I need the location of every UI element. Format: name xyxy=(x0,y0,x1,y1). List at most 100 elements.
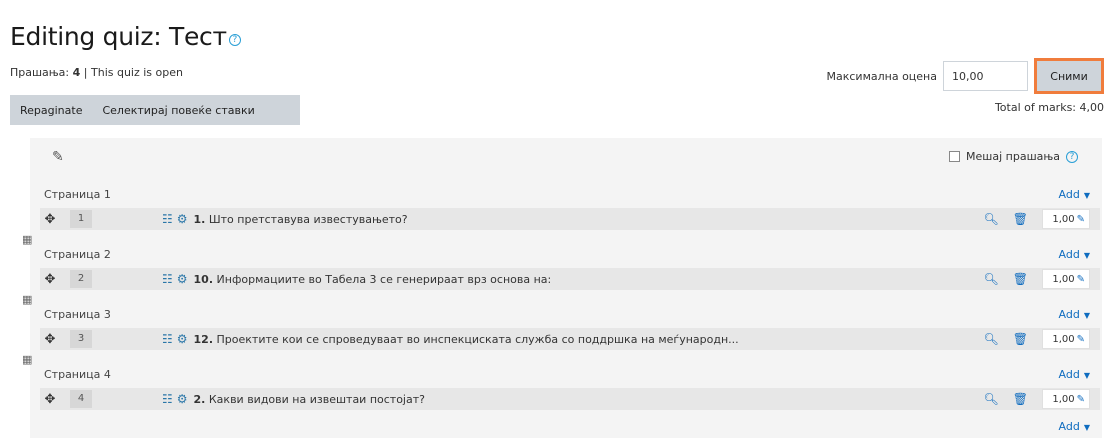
max-grade-label: Максимална оцена xyxy=(826,69,938,83)
gear-icon: ⚙ xyxy=(176,332,188,346)
question-actions: 🔍︎ 🗑︎ 1,00 ✎ xyxy=(984,209,1090,229)
caret-down-icon: ▼ xyxy=(1083,251,1090,260)
move-icon[interactable]: ✥ xyxy=(44,272,56,287)
question-text: Што претставува известувањето? xyxy=(205,212,408,226)
question-text: Проектите кои се спроведуваат во инспекц… xyxy=(213,332,739,346)
add-label[interactable]: Add xyxy=(1059,188,1080,201)
delete-icon[interactable]: 🗑︎ xyxy=(1013,272,1028,286)
question-row: ✥ 1 ☷ ⚙ 1. Што претставува известувањето?… xyxy=(40,208,1100,230)
toolbar: Repaginate Селектирај повеќе ставки xyxy=(10,95,300,125)
question-prefix: 10. xyxy=(193,272,214,286)
add-menu-link[interactable]: Add ▼ xyxy=(1059,188,1090,201)
add-label[interactable]: Add xyxy=(1059,308,1080,321)
page-heading: Страница 1 xyxy=(44,188,111,201)
status-separator: | xyxy=(80,66,91,79)
question-actions: 🔍︎ 🗑︎ 1,00 ✎ xyxy=(984,389,1090,409)
preview-icon[interactable]: 🔍︎ xyxy=(984,212,999,226)
gear-icon: ⚙ xyxy=(176,272,188,286)
page-break-icon[interactable]: ▦ xyxy=(22,353,32,366)
question-link[interactable]: 12. Проектите кои се спроведуваат во инс… xyxy=(194,333,739,346)
mark-value: 1,00 xyxy=(1052,393,1075,405)
question-type-icons: ☷ ⚙ xyxy=(162,332,188,346)
caret-down-icon: ▼ xyxy=(1083,423,1090,432)
add-menu-link[interactable]: Add ▼ xyxy=(1059,248,1090,261)
multichoice-icon: ☷ xyxy=(162,332,173,346)
mark-value: 1,00 xyxy=(1052,333,1075,345)
gear-icon: ⚙ xyxy=(176,392,188,406)
question-mark[interactable]: 1,00 ✎ xyxy=(1042,329,1090,349)
question-prefix: 1. xyxy=(193,212,206,226)
edit-mark-icon[interactable]: ✎ xyxy=(1077,274,1085,285)
multichoice-icon: ☷ xyxy=(162,392,173,406)
preview-icon[interactable]: 🔍︎ xyxy=(984,332,999,346)
multichoice-icon: ☷ xyxy=(162,272,173,286)
shuffle-control: Мешај прашања ? xyxy=(949,150,1078,163)
shuffle-checkbox[interactable] xyxy=(949,151,961,162)
question-link[interactable]: 1. Што претставува известувањето? xyxy=(194,213,408,226)
add-label[interactable]: Add xyxy=(1059,420,1080,433)
repaginate-button[interactable]: Repaginate xyxy=(10,104,92,117)
question-prefix: 12. xyxy=(193,332,214,346)
caret-down-icon: ▼ xyxy=(1083,191,1090,200)
preview-icon[interactable]: 🔍︎ xyxy=(984,272,999,286)
caret-down-icon: ▼ xyxy=(1083,311,1090,320)
caret-down-icon: ▼ xyxy=(1083,371,1090,380)
question-prefix: 2. xyxy=(193,392,206,406)
add-menu-link-bottom[interactable]: Add ▼ xyxy=(1059,420,1090,433)
shuffle-label: Мешај прашања xyxy=(966,150,1060,163)
question-number: 2 xyxy=(70,270,92,288)
delete-icon[interactable]: 🗑︎ xyxy=(1013,332,1028,346)
mark-value: 1,00 xyxy=(1052,273,1075,285)
page-heading: Страница 2 xyxy=(44,248,111,261)
gear-icon: ⚙ xyxy=(176,212,188,226)
max-grade-input[interactable] xyxy=(943,61,1028,91)
page-title: Editing quiz: Тест ? xyxy=(10,22,241,51)
edit-mark-icon[interactable]: ✎ xyxy=(1077,214,1085,225)
question-row: ✥ 4 ☷ ⚙ 2. Какви видови на извештаи посто… xyxy=(40,388,1100,410)
preview-icon[interactable]: 🔍︎ xyxy=(984,392,999,406)
question-mark[interactable]: 1,00 ✎ xyxy=(1042,209,1090,229)
quiz-open-status: This quiz is open xyxy=(91,66,183,79)
question-link[interactable]: 10. Информациите во Табела 3 се генерира… xyxy=(194,273,552,286)
move-icon[interactable]: ✥ xyxy=(44,332,56,347)
edit-mark-icon[interactable]: ✎ xyxy=(1077,394,1085,405)
quiz-status: Прашања: 4 | This quiz is open xyxy=(10,66,183,79)
add-menu-link[interactable]: Add ▼ xyxy=(1059,308,1090,321)
add-menu-link[interactable]: Add ▼ xyxy=(1059,368,1090,381)
help-icon[interactable]: ? xyxy=(228,34,241,46)
mark-value: 1,00 xyxy=(1052,213,1075,225)
question-link[interactable]: 2. Какви видови на извештаи постојат? xyxy=(194,393,425,406)
question-type-icons: ☷ ⚙ xyxy=(162,212,188,226)
question-text: Информациите во Табела 3 се генерираат в… xyxy=(213,272,552,286)
add-label[interactable]: Add xyxy=(1059,368,1080,381)
page-title-text: Editing quiz: Тест xyxy=(10,22,227,51)
question-number: 4 xyxy=(70,390,92,408)
questions-label: Прашања: xyxy=(10,66,70,79)
shuffle-help-icon[interactable]: ? xyxy=(1066,150,1078,163)
question-actions: 🔍︎ 🗑︎ 1,00 ✎ xyxy=(984,329,1090,349)
move-icon[interactable]: ✥ xyxy=(44,212,56,227)
question-text: Какви видови на извештаи постојат? xyxy=(205,392,425,406)
question-mark[interactable]: 1,00 ✎ xyxy=(1042,389,1090,409)
question-row: ✥ 2 ☷ ⚙ 10. Информациите во Табела 3 се г… xyxy=(40,268,1100,290)
page-heading: Страница 4 xyxy=(44,368,111,381)
edit-section-pencil-icon[interactable]: ✎ xyxy=(52,149,64,165)
page-break-icon[interactable]: ▦ xyxy=(22,293,32,306)
edit-mark-icon[interactable]: ✎ xyxy=(1077,334,1085,345)
add-label[interactable]: Add xyxy=(1059,248,1080,261)
question-type-icons: ☷ ⚙ xyxy=(162,272,188,286)
question-mark[interactable]: 1,00 ✎ xyxy=(1042,269,1090,289)
total-marks: Total of marks: 4,00 xyxy=(994,101,1104,114)
select-multiple-button[interactable]: Селектирај повеќе ставки xyxy=(92,104,264,117)
max-grade-form: Максимална оцена Сними xyxy=(826,58,1104,94)
question-number: 1 xyxy=(70,210,92,228)
save-button[interactable]: Сними xyxy=(1034,58,1104,94)
question-actions: 🔍︎ 🗑︎ 1,00 ✎ xyxy=(984,269,1090,289)
delete-icon[interactable]: 🗑︎ xyxy=(1013,212,1028,226)
question-number: 3 xyxy=(70,330,92,348)
question-type-icons: ☷ ⚙ xyxy=(162,392,188,406)
page-break-icon[interactable]: ▦ xyxy=(22,233,32,246)
delete-icon[interactable]: 🗑︎ xyxy=(1013,392,1028,406)
quiz-questions-panel: ✎ Мешај прашања ? Страница 1 Add ▼ ✥ 1 ☷ ⚙… xyxy=(22,138,1102,438)
move-icon[interactable]: ✥ xyxy=(44,392,56,407)
